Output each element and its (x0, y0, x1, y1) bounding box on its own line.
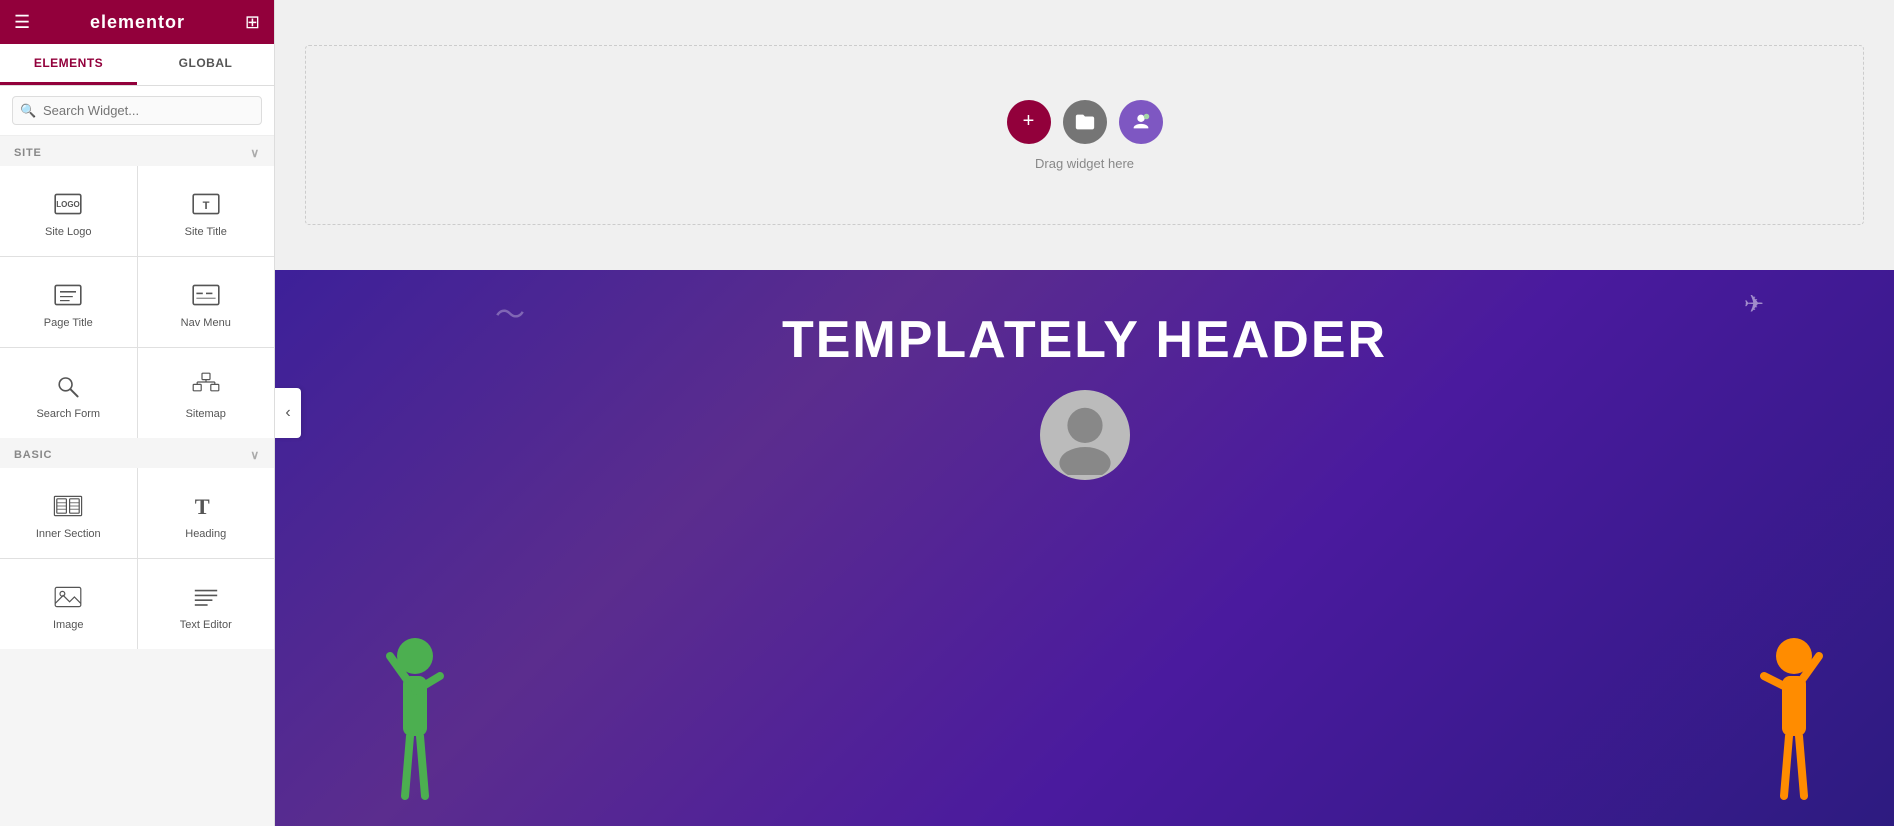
drag-zone: + Drag widget here (275, 0, 1894, 270)
site-title-icon: T (190, 188, 222, 220)
widget-text-editor[interactable]: Text Editor (138, 559, 275, 649)
search-form-label: Search Form (36, 408, 100, 420)
sitemap-label: Sitemap (186, 408, 226, 420)
tab-global[interactable]: GLOBAL (137, 44, 274, 85)
basic-widgets-grid: Inner Section T Heading Image (0, 468, 274, 649)
widget-heading[interactable]: T Heading (138, 468, 275, 558)
paper-plane-decoration: ✈ (1744, 290, 1764, 319)
right-figure-decoration (1754, 626, 1834, 826)
sidebar-toggle-arrow[interactable]: ‹ (275, 388, 301, 438)
widget-search-form[interactable]: Search Form (0, 348, 137, 438)
widget-page-title[interactable]: Page Title (0, 257, 137, 347)
basic-section-label: BASIC (14, 449, 52, 461)
spiral-decoration: 〜 (495, 290, 525, 334)
sidebar-header: ☰ elementor ⊞ (0, 0, 274, 44)
widget-site-title[interactable]: T Site Title (138, 166, 275, 256)
inner-section-icon (52, 490, 84, 522)
template-icon (1130, 111, 1152, 133)
chevron-left-icon: ‹ (285, 404, 290, 422)
search-widget-input[interactable] (12, 96, 262, 125)
widget-inner-section[interactable]: Inner Section (0, 468, 137, 558)
site-widgets-grid: LOGO Site Logo T Site Title Page Title (0, 166, 274, 438)
basic-section-header: BASIC ∨ (0, 438, 274, 468)
widget-image[interactable]: Image (0, 559, 137, 649)
elementor-logo: elementor (90, 12, 185, 33)
search-form-icon (52, 370, 84, 402)
heading-label: Heading (185, 528, 226, 540)
apps-grid-icon[interactable]: ⊞ (245, 12, 260, 33)
folder-icon (1074, 111, 1096, 133)
site-section-chevron[interactable]: ∨ (250, 146, 260, 160)
search-bar-container: 🔍 (0, 86, 274, 136)
drag-label: Drag widget here (1035, 156, 1134, 171)
widget-sitemap[interactable]: Sitemap (138, 348, 275, 438)
svg-text:LOGO: LOGO (56, 200, 80, 209)
heading-icon: T (190, 490, 222, 522)
nav-menu-label: Nav Menu (181, 317, 231, 329)
search-icon: 🔍 (20, 103, 36, 119)
tab-elements[interactable]: ELEMENTS (0, 44, 137, 85)
site-section-label: SITE (14, 147, 42, 159)
site-logo-label: Site Logo (45, 226, 91, 238)
inner-section-label: Inner Section (36, 528, 101, 540)
widget-nav-menu[interactable]: Nav Menu (138, 257, 275, 347)
svg-text:T: T (202, 200, 209, 212)
hamburger-menu-icon[interactable]: ☰ (14, 12, 30, 33)
image-icon (52, 581, 84, 613)
page-title-label: Page Title (44, 317, 93, 329)
action-buttons-group: + (1007, 100, 1163, 144)
avatar-icon (1045, 395, 1125, 475)
sidebar-tabs: ELEMENTS GLOBAL (0, 44, 274, 86)
sitemap-icon (190, 370, 222, 402)
template-button[interactable] (1119, 100, 1163, 144)
sidebar: ☰ elementor ⊞ ELEMENTS GLOBAL 🔍 SITE ∨ L… (0, 0, 275, 826)
site-logo-icon: LOGO (52, 188, 84, 220)
text-editor-label: Text Editor (180, 619, 232, 631)
folder-button[interactable] (1063, 100, 1107, 144)
site-title-label: Site Title (185, 226, 227, 238)
nav-menu-icon (190, 279, 222, 311)
text-editor-icon (190, 581, 222, 613)
left-figure-decoration (375, 626, 455, 826)
add-widget-button[interactable]: + (1007, 100, 1051, 144)
preview-avatar (1040, 390, 1130, 480)
main-content: ‹ + Drag widget here (275, 0, 1894, 826)
preview-title: TEMPLATELY HEADER (782, 310, 1387, 370)
drag-drop-area: + Drag widget here (305, 45, 1864, 225)
widget-site-logo[interactable]: LOGO Site Logo (0, 166, 137, 256)
preview-area: 〜 ✈ TEMPLATELY HEADER (275, 270, 1894, 826)
image-label: Image (53, 619, 84, 631)
basic-section-chevron[interactable]: ∨ (250, 448, 260, 462)
svg-text:T: T (195, 494, 210, 519)
site-section-header: SITE ∨ (0, 136, 274, 166)
page-title-icon (52, 279, 84, 311)
